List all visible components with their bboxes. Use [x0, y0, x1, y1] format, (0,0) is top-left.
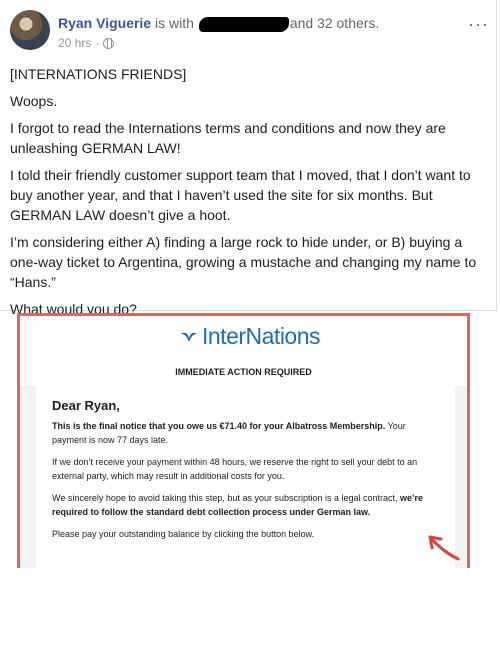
post-body: [INTERNATIONS FRIENDS] Woops. I forgot t… — [10, 64, 486, 326]
redacted-tagged-name — [198, 17, 289, 32]
others-link[interactable]: and 32 others. — [290, 15, 380, 31]
brand-name: InterNations — [202, 323, 321, 349]
email-paragraph: If we don’t receive your payment within … — [52, 457, 418, 481]
email-paragraph: We sincerely hope to avoid taking this s… — [52, 491, 439, 519]
email-greeting: Dear Ryan, — [52, 398, 120, 413]
post-header: Ryan Viguerie is with and 32 others. — [58, 15, 379, 32]
email-paragraph: This is the final notice that you owe us… — [52, 419, 439, 447]
with-text: is with — [151, 15, 198, 31]
internations-logo-icon — [181, 332, 197, 342]
email-paragraph: Please pay your outstanding balance by c… — [52, 529, 315, 539]
post-paragraph: [INTERNATIONS FRIENDS] — [10, 66, 187, 82]
facebook-post: Ryan Viguerie is with and 32 others. 20 … — [0, 0, 497, 317]
action-required-banner: IMMEDIATE ACTION REQUIRED — [20, 358, 467, 386]
author-avatar[interactable] — [10, 10, 50, 50]
final-notice-text: This is the final notice that you owe us… — [52, 421, 386, 431]
post-paragraph: I’m considering either A) finding a larg… — [10, 234, 477, 290]
author-name-link[interactable]: Ryan Viguerie — [58, 15, 151, 31]
attached-email-screenshot[interactable]: InterNations IMMEDIATE ACTION REQUIRED D… — [17, 313, 470, 568]
post-timestamp[interactable]: 20 hrs — [58, 36, 91, 50]
globe-icon[interactable] — [103, 37, 115, 49]
post-paragraph: I told their friendly customer support t… — [10, 167, 471, 223]
post-paragraph: Woops. — [10, 93, 58, 109]
post-paragraph: I forgot to read the Internations terms … — [10, 120, 446, 156]
post-meta: 20 hrs · — [58, 36, 115, 50]
more-options-icon[interactable]: ··· — [468, 14, 489, 35]
email-letter-body: Dear Ryan, This is the final notice that… — [36, 386, 455, 568]
red-arrow-annotation — [428, 535, 460, 561]
email-brand-row: InterNations — [20, 316, 467, 358]
meta-separator: · — [95, 36, 100, 50]
legal-contract-text: We sincerely hope to avoid taking this s… — [52, 493, 401, 503]
